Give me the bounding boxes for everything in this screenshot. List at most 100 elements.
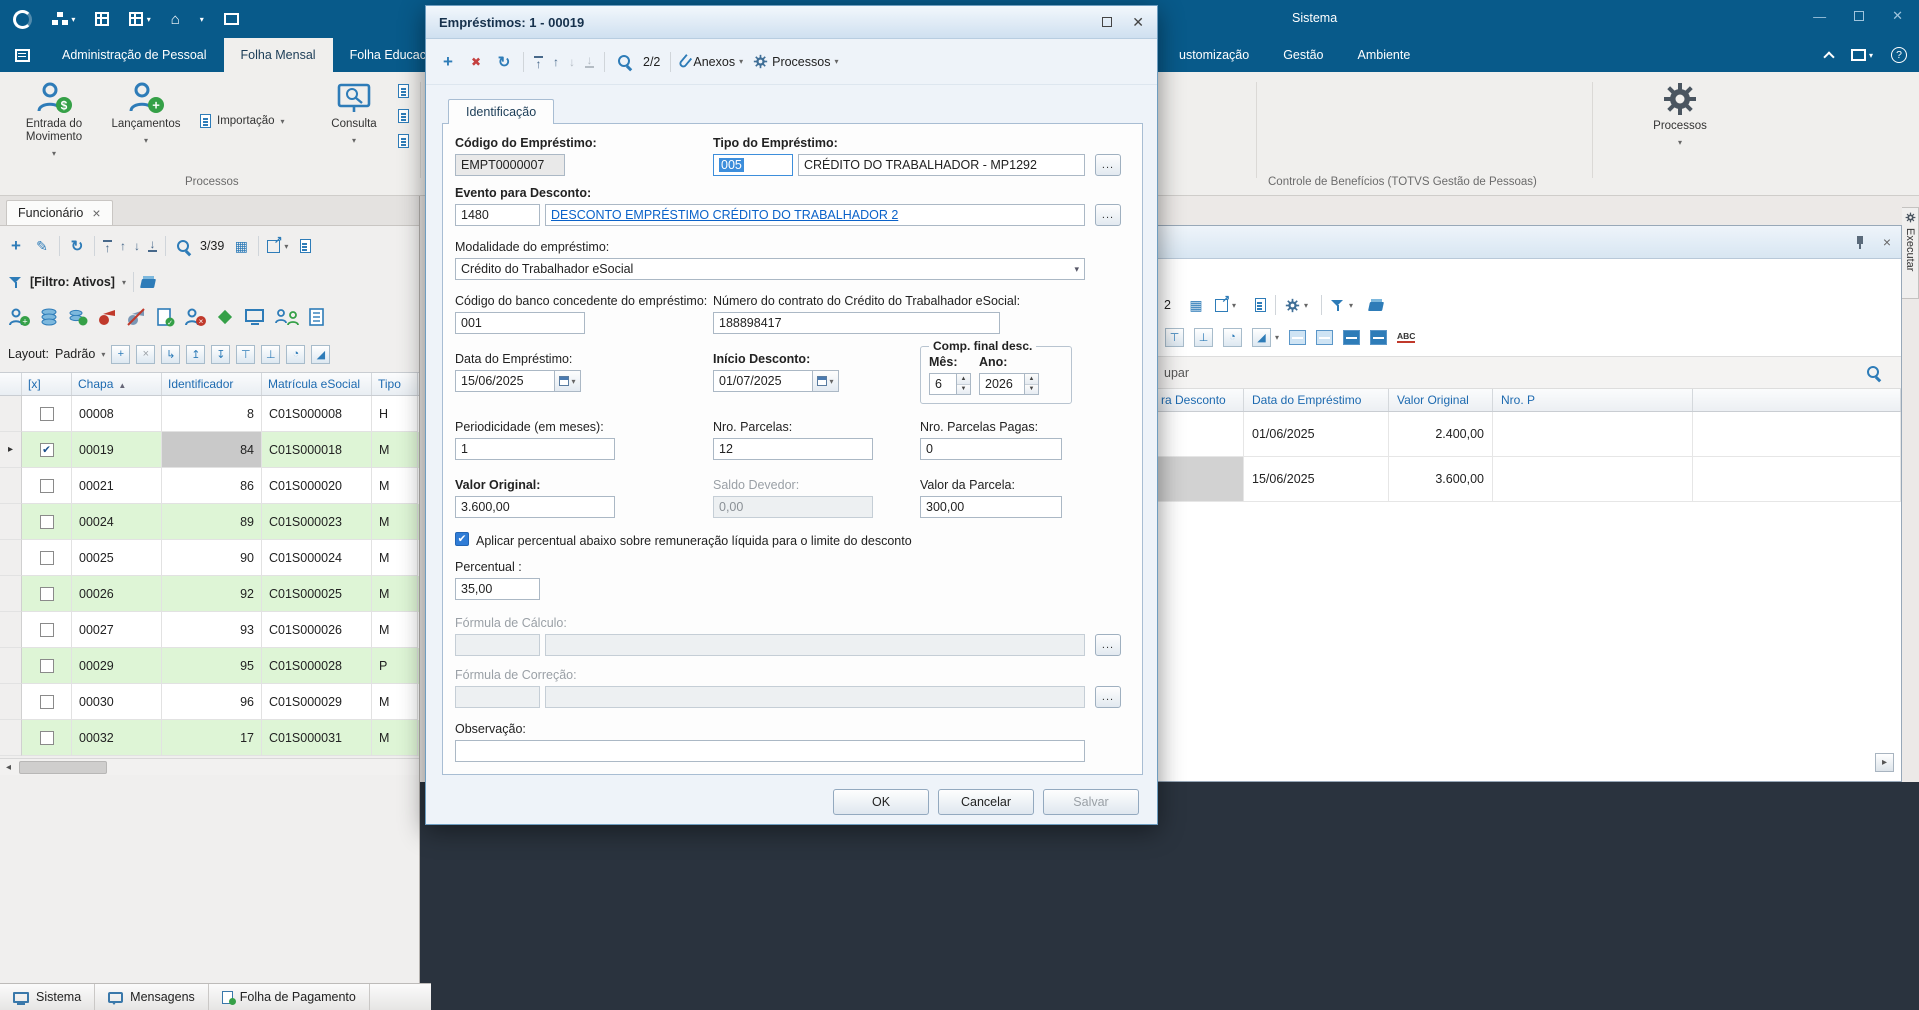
next-record-button[interactable]: ↓ <box>134 240 140 252</box>
spinner-icon[interactable]: ▲ ▼ <box>1024 374 1038 394</box>
statusbar-sistema[interactable]: Sistema <box>0 984 96 1010</box>
pin-column-icon[interactable]: ⊤ <box>236 344 256 364</box>
chart-button[interactable]: ◢ <box>1252 326 1279 348</box>
tipo-emprestimo-browse-button[interactable]: ... <box>1095 154 1121 176</box>
filter-button[interactable] <box>1331 294 1353 316</box>
book-icon[interactable] <box>141 275 156 289</box>
table-row[interactable]: 00021 86 C01S000020 M <box>0 468 419 504</box>
row-checkbox[interactable] <box>22 540 72 576</box>
layout-select[interactable]: Padrão <box>55 347 105 361</box>
menu-book-icon[interactable] <box>0 38 45 72</box>
tab-administracao-de-pessoal[interactable]: Administração de Pessoal <box>45 38 224 72</box>
anexos-button[interactable]: Anexos <box>678 51 743 73</box>
previous-record-button[interactable]: ↑ <box>553 56 559 68</box>
apps-grid-menu-icon[interactable] <box>129 12 150 26</box>
home-caret-icon[interactable] <box>200 15 204 24</box>
header-matricula[interactable]: Matrícula eSocial <box>262 373 372 395</box>
percentual-field[interactable]: 35,00 <box>455 578 540 600</box>
table-row-selected[interactable]: 0001984C01S000018M <box>0 432 419 468</box>
mes-stepper[interactable]: 6 ▲ ▼ <box>929 373 971 395</box>
inicio-desconto-field[interactable]: 01/07/2025 <box>713 370 839 392</box>
filter-caret-icon[interactable] <box>122 278 126 287</box>
row-checkbox[interactable] <box>22 648 72 684</box>
terminal-icon[interactable] <box>244 307 266 327</box>
evento-desconto-code-field[interactable]: 1480 <box>455 204 540 226</box>
freeze-column-icon[interactable]: ⊥ <box>261 344 281 364</box>
collapse-ribbon-icon[interactable] <box>1822 51 1835 63</box>
lancamentos-button[interactable]: + Lançamentos <box>102 81 190 147</box>
freeze-column-icon[interactable]: ⊥ <box>1194 327 1213 347</box>
scroll-left-icon[interactable] <box>0 762 17 773</box>
horizontal-scrollbar[interactable] <box>0 758 419 775</box>
export-button[interactable] <box>267 235 288 257</box>
data-emprestimo-field[interactable]: 15/06/2025 <box>455 370 581 392</box>
chart-icon[interactable]: ◢ <box>311 344 331 364</box>
previous-record-button[interactable]: ↑ <box>120 240 126 252</box>
system-menu[interactable]: Sistema <box>1292 11 1337 25</box>
header-data-emprestimo[interactable]: Data do Empréstimo <box>1244 389 1389 411</box>
layout-add-icon[interactable]: + <box>111 344 131 364</box>
importacao-button[interactable]: Importação <box>200 114 285 128</box>
package-icon[interactable] <box>215 307 235 327</box>
refresh-button[interactable] <box>495 51 513 73</box>
banco-field[interactable]: 001 <box>455 312 585 334</box>
view-hsplit-icon[interactable] <box>1370 329 1388 345</box>
layout-switch-icon[interactable] <box>1850 48 1873 62</box>
calendar-icon[interactable] <box>812 371 838 391</box>
pie-icon[interactable]: ◔ <box>1223 327 1242 347</box>
tab-gestao[interactable]: Gestão <box>1266 38 1340 72</box>
abc-icon[interactable]: ABC <box>1397 331 1416 343</box>
layout-export-down-icon[interactable]: ↧ <box>211 344 231 364</box>
search-button[interactable] <box>174 235 192 257</box>
statusbar-mensagens[interactable]: Mensagens <box>95 984 209 1010</box>
report-list-icon[interactable] <box>308 307 326 327</box>
row-checkbox[interactable] <box>22 576 72 612</box>
home-icon[interactable] <box>171 11 180 28</box>
observacao-field[interactable] <box>455 740 1085 762</box>
view-card-icon[interactable] <box>1289 329 1307 345</box>
table-row[interactable]: 00008 8 C01S000008 H <box>0 396 419 432</box>
executar-side-tab[interactable]: Executar <box>1902 207 1919 299</box>
row-checkbox[interactable] <box>22 720 72 756</box>
employee-add-icon[interactable]: + <box>8 307 30 327</box>
parcelas-pagas-field[interactable]: 0 <box>920 438 1062 460</box>
view-split-icon[interactable] <box>1343 329 1361 345</box>
table-row[interactable]: 00029 95 C01S000028 P <box>0 648 419 684</box>
nro-parcelas-field[interactable]: 12 <box>713 438 873 460</box>
tipo-emprestimo-code-field[interactable]: 005 <box>713 154 793 176</box>
delete-record-button[interactable] <box>467 51 485 73</box>
minimize-button[interactable]: — <box>1813 9 1826 24</box>
row-checkbox[interactable] <box>22 504 72 540</box>
table-row[interactable]: 00030 96 C01S000029 M <box>0 684 419 720</box>
aplicar-percentual-checkbox[interactable]: ✔ <box>455 532 469 546</box>
pie-icon[interactable]: ◔ <box>286 344 306 364</box>
columns-icon[interactable] <box>1187 294 1205 316</box>
first-record-button[interactable]: ↑ <box>103 239 112 254</box>
cancel-button[interactable]: Cancelar <box>938 789 1034 815</box>
spinner-icon[interactable]: ▲ ▼ <box>956 374 970 394</box>
processos-button[interactable]: Processos <box>1640 81 1720 149</box>
filter-label[interactable]: [Filtro: Ativos] <box>30 275 115 289</box>
header-tipo[interactable]: Tipo <box>372 373 418 395</box>
row-checkbox[interactable] <box>22 396 72 432</box>
calendar-icon[interactable] <box>554 371 580 391</box>
layout-import-icon[interactable]: ↳ <box>161 344 181 364</box>
header-valor-original[interactable]: Valor Original <box>1389 389 1493 411</box>
header-identificador[interactable]: Identificador <box>162 373 262 395</box>
add-record-button[interactable] <box>439 51 457 73</box>
table-row[interactable]: 00026 92 C01S000025 M <box>0 576 419 612</box>
entrada-movimento-button[interactable]: $ Entrada do Movimento <box>10 81 98 160</box>
table-row[interactable]: 00032 17 C01S000031 M <box>0 720 419 756</box>
whistle-remove-icon[interactable] <box>126 307 146 327</box>
employee-remove-icon[interactable]: × <box>184 307 206 327</box>
refresh-button[interactable] <box>68 235 86 257</box>
search-button[interactable] <box>615 51 633 73</box>
window-icon[interactable] <box>223 13 239 25</box>
report-button[interactable] <box>296 235 314 257</box>
stack-small-icon[interactable] <box>398 134 409 148</box>
table-row[interactable]: 00025 90 C01S000024 M <box>0 540 419 576</box>
table-row[interactable]: 00024 89 C01S000023 M <box>0 504 419 540</box>
first-record-button[interactable]: ↑ <box>534 55 543 70</box>
edit-record-button[interactable] <box>33 235 51 257</box>
contrato-field[interactable]: 188898417 <box>713 312 1000 334</box>
